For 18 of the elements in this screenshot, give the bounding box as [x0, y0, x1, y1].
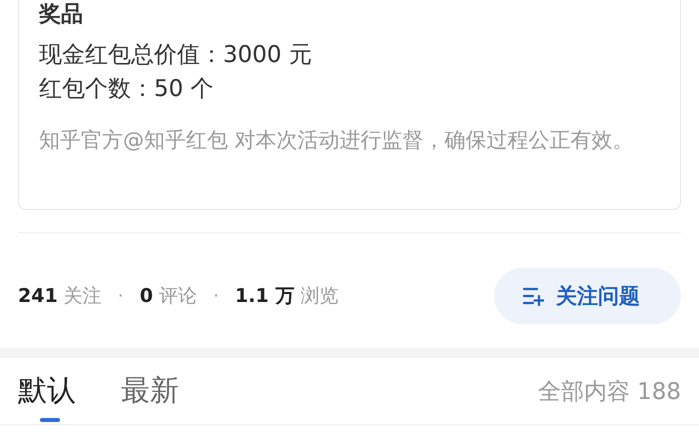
prize-detail: 红包个数：50 个: [39, 75, 215, 104]
add-list-icon: [522, 286, 544, 306]
separator-dot: ·: [212, 285, 219, 307]
stat-label: 关注: [64, 284, 102, 309]
card-title: 奖品: [39, 1, 84, 29]
tab[interactable]: 最新: [121, 358, 179, 424]
stat-label: 评论: [158, 284, 197, 309]
follow-question-button[interactable]: 关注问题: [494, 268, 681, 324]
prize-detail: 现金红包总价值：3000 元: [39, 41, 313, 70]
stat-label: 浏览: [300, 284, 338, 309]
tab-indicator: [40, 418, 60, 422]
tab[interactable]: 默认: [18, 358, 76, 424]
stat-count: 0: [140, 285, 153, 307]
stat-count: 1.1 万: [235, 284, 294, 309]
note-text: 知乎官方@知乎红包 对本次活动进行监督，确保过程公正有效。: [39, 127, 635, 154]
total-count: 全部内容 188: [538, 378, 681, 406]
stat-count: 241: [18, 285, 58, 307]
separator-dot: ·: [118, 285, 124, 307]
